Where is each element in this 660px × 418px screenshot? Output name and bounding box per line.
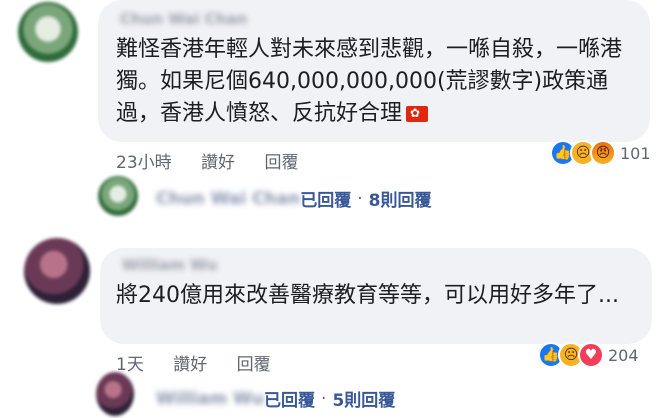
replied-label: 已回覆: [264, 391, 316, 411]
like-link[interactable]: 讚好: [201, 153, 235, 173]
reply-link[interactable]: 回覆: [237, 355, 271, 375]
comment-timestamp[interactable]: 23小時: [116, 153, 172, 173]
reply-count: 5則回覆: [332, 391, 396, 411]
reply-avatar[interactable]: [98, 176, 138, 216]
reaction-summary[interactable]: 👍 ☹ ♥ 204: [538, 342, 639, 368]
reaction-count: 204: [608, 345, 639, 365]
commenter-avatar[interactable]: [18, 2, 78, 62]
angry-face-icon: 😠: [590, 140, 616, 166]
comment-text: 難怪香港年輕人對未來感到悲觀，一喺自殺，一喺港獨。如果尼個640,000,000…: [116, 34, 646, 130]
reply-author: William Wu: [156, 388, 265, 409]
replied-label: 已回覆: [300, 191, 352, 211]
reply-avatar[interactable]: [96, 372, 134, 416]
comment-text: 將240億用來改善醫療教育等等，可以用好多年了...: [116, 283, 619, 308]
separator-dot: ·: [321, 388, 327, 409]
comment-text-content: 難怪香港年輕人對未來感到悲觀，一喺自殺，一喺港獨。如果尼個640,000,000…: [116, 37, 623, 126]
separator-dot: ·: [357, 188, 363, 209]
comment-author[interactable]: Chun Wai Chan: [120, 10, 247, 28]
reaction-summary[interactable]: 👍 ☹ 😠 101: [550, 140, 651, 166]
reaction-count: 101: [620, 143, 651, 163]
commenter-avatar[interactable]: [24, 238, 90, 304]
comment-meta: 23小時 讚好 回覆: [116, 148, 322, 173]
comment-meta: 1天 讚好 回覆: [116, 350, 295, 375]
hong-kong-flag-icon: [406, 105, 429, 122]
view-replies-link[interactable]: William Wu 已回覆 · 5則回覆: [146, 386, 396, 412]
reply-count: 8則回覆: [368, 191, 432, 211]
view-replies-link[interactable]: Chun Wai Chan 已回覆 · 8則回覆: [146, 186, 432, 212]
like-link[interactable]: 讚好: [173, 355, 207, 375]
comment-author[interactable]: William Wu: [122, 256, 217, 274]
reply-link[interactable]: 回覆: [264, 153, 298, 173]
reply-author: Chun Wai Chan: [156, 188, 301, 209]
heart-icon: ♥: [578, 342, 604, 368]
